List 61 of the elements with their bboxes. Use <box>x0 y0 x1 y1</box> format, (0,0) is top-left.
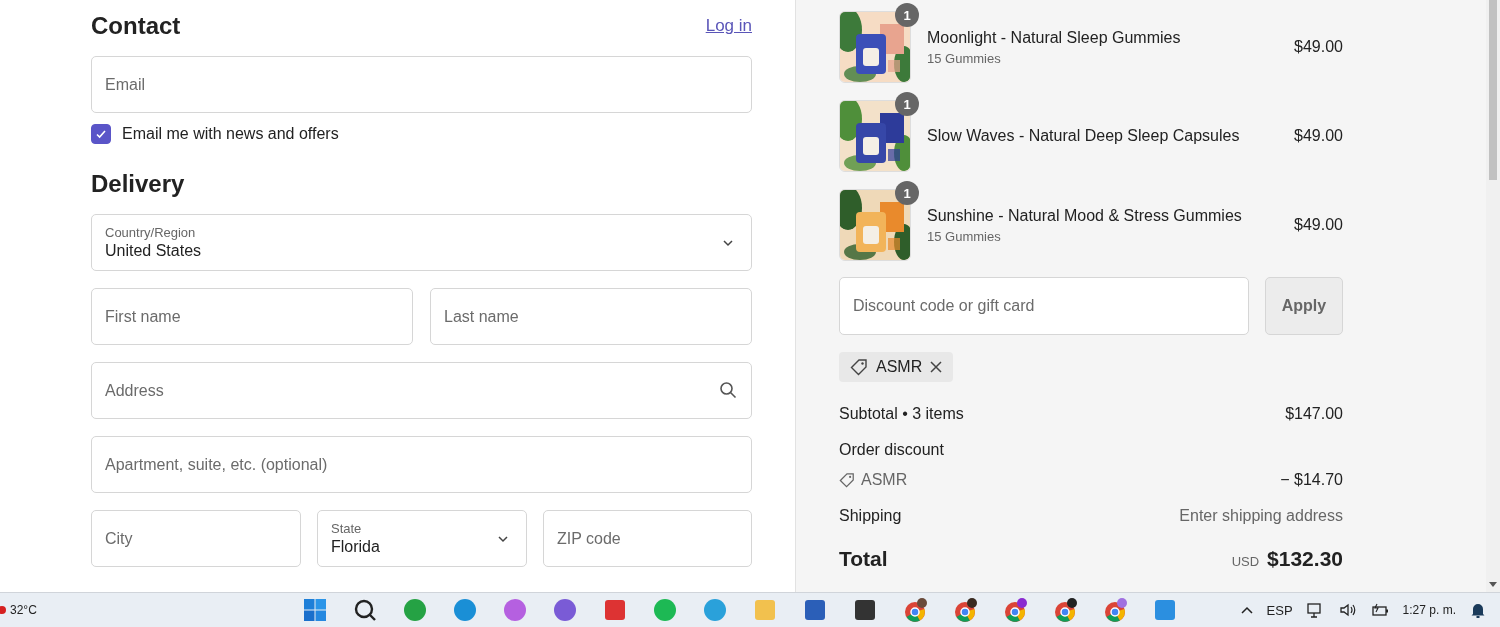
bell-icon[interactable] <box>1470 602 1486 618</box>
apply-button[interactable]: Apply <box>1265 277 1343 335</box>
product-variant: 15 Gummies <box>927 50 1002 66</box>
discount-value: − $14.70 <box>1280 471 1343 489</box>
weather-alert-icon[interactable] <box>0 606 6 614</box>
country-select[interactable]: Country/Region United States <box>91 214 752 271</box>
battery-icon[interactable] <box>1370 602 1389 618</box>
chevron-down-icon <box>497 533 509 545</box>
first-name-field[interactable]: First name <box>91 288 413 345</box>
tag-icon <box>839 472 855 488</box>
scrollbar-thumb[interactable] <box>1489 0 1497 180</box>
product-name: Sunshine - Natural Mood & Stress Gummies <box>927 206 1243 225</box>
browser-profile-icon[interactable] <box>903 598 928 622</box>
chevron-down-icon <box>722 237 734 249</box>
search-icon[interactable] <box>353 598 378 622</box>
search-icon <box>719 381 737 399</box>
section-heading: Delivery <box>91 170 186 198</box>
apartment-field[interactable]: Apartment, suite, etc. (optional) <box>91 436 752 493</box>
currency-code: USD <box>1231 554 1260 569</box>
scrollbar[interactable] <box>1486 0 1500 592</box>
shipping-value: Enter shipping address <box>1179 507 1343 525</box>
language-indicator[interactable]: ESP <box>1266 602 1293 618</box>
quantity-badge: 1 <box>895 3 919 27</box>
clock-time[interactable]: 1:27 p. m. <box>1402 603 1456 617</box>
total-label: Total <box>839 547 888 571</box>
close-icon[interactable] <box>930 361 943 373</box>
checkmark-icon <box>95 128 107 140</box>
checkbox-label: Email me with news and offers <box>122 125 339 143</box>
last-name-field[interactable]: Last name <box>430 288 752 345</box>
order-discount-label: Order discount <box>839 441 944 459</box>
speaker-icon[interactable] <box>1338 602 1357 618</box>
chevron-up-icon[interactable] <box>1240 606 1253 614</box>
browser-profile-icon[interactable] <box>953 598 978 622</box>
tag-icon <box>850 358 868 376</box>
discount-code: ASMR <box>876 358 923 376</box>
address-field[interactable]: Address <box>91 362 752 419</box>
zip-code-field[interactable]: ZIP code <box>543 510 752 567</box>
quantity-badge: 1 <box>895 181 919 205</box>
subtotal-value: $147.00 <box>1285 405 1343 423</box>
browser-profile-icon[interactable] <box>1053 598 1078 622</box>
total-value: $132.30 <box>1267 547 1343 571</box>
quantity-badge: 1 <box>895 92 919 116</box>
window-grid-icon[interactable] <box>303 598 328 622</box>
discount-code-field[interactable]: Discount code or gift card <box>839 277 1249 335</box>
section-heading: Contact <box>91 12 181 40</box>
product-price: $49.00 <box>1294 216 1343 234</box>
checkbox[interactable] <box>91 124 111 144</box>
log-in-link[interactable]: Log in <box>705 16 752 36</box>
scroll-down-arrow-icon[interactable] <box>1489 582 1497 588</box>
shipping-label: Shipping <box>839 507 902 525</box>
product-name: Moonlight - Natural Sleep Gummies <box>927 28 1182 47</box>
state-select[interactable]: State Florida <box>317 510 527 567</box>
weather-temperature[interactable]: 32°C <box>10 603 37 617</box>
product-name: Slow Waves - Natural Deep Sleep Capsules <box>927 127 1241 145</box>
product-price: $49.00 <box>1294 38 1343 56</box>
city-field[interactable]: City <box>91 510 301 567</box>
email-field[interactable]: Email <box>91 56 752 113</box>
discount-code: ASMR <box>861 471 908 489</box>
product-price: $49.00 <box>1294 127 1343 145</box>
product-variant: 15 Gummies <box>927 228 1002 244</box>
subtotal-label: Subtotal • 3 items <box>839 405 964 423</box>
